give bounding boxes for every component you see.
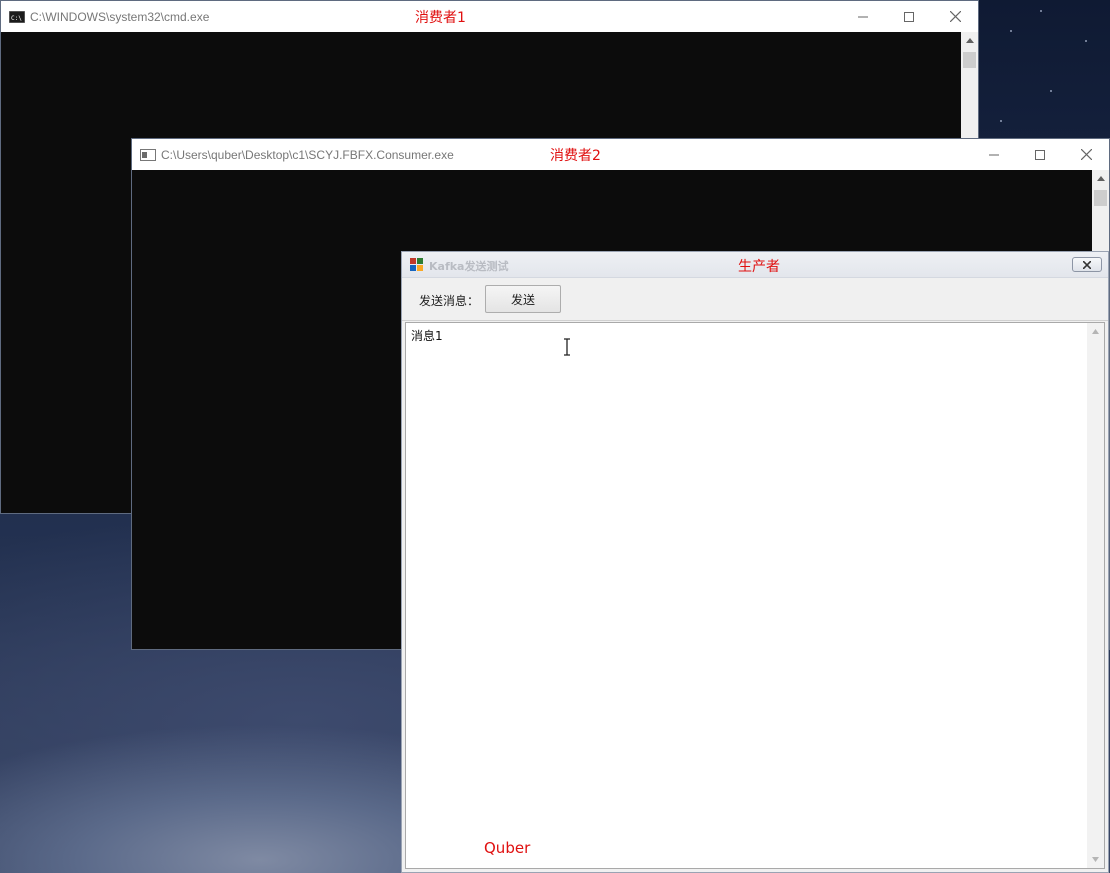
consumer1-title: C:\WINDOWS\system32\cmd.exe xyxy=(30,9,210,24)
close-icon xyxy=(1083,260,1091,269)
close-button[interactable] xyxy=(1063,139,1109,170)
message-text: 消息1 xyxy=(411,329,443,343)
close-icon xyxy=(1080,149,1092,160)
maximize-icon xyxy=(904,11,914,22)
close-button[interactable] xyxy=(932,1,978,32)
minimize-button[interactable] xyxy=(971,139,1017,170)
close-button[interactable] xyxy=(1072,257,1102,272)
send-button[interactable]: 发送 xyxy=(485,285,561,313)
console-app-icon xyxy=(140,148,156,161)
textarea-scrollbar[interactable] xyxy=(1087,323,1104,868)
maximize-button[interactable] xyxy=(1017,139,1063,170)
send-message-label: 发送消息： xyxy=(419,294,480,308)
text-cursor-icon xyxy=(564,338,570,356)
scrollbar-thumb[interactable] xyxy=(963,52,976,68)
cmd-icon: C:\ xyxy=(9,10,25,23)
watermark-text: Quber xyxy=(484,839,531,857)
producer-window[interactable]: Kafka发送测试 生产者 发送消息： 发送 消息1 xyxy=(401,251,1109,873)
svg-text:C:\: C:\ xyxy=(11,15,22,22)
consumer2-title: C:\Users\quber\Desktop\c1\SCYJ.FBFX.Cons… xyxy=(161,147,454,162)
scroll-down-arrow-icon[interactable] xyxy=(1092,857,1099,862)
minimize-icon xyxy=(858,16,868,17)
maximize-button[interactable] xyxy=(886,1,932,32)
producer-annotation: 生产者 xyxy=(738,259,780,275)
minimize-icon xyxy=(989,154,999,155)
producer-toolbar: 发送消息： 发送 xyxy=(402,279,1108,321)
consumer2-titlebar[interactable]: C:\Users\quber\Desktop\c1\SCYJ.FBFX.Cons… xyxy=(132,139,1109,170)
consumer1-titlebar[interactable]: C:\ C:\WINDOWS\system32\cmd.exe 消费者1 xyxy=(1,1,978,32)
form-app-icon xyxy=(410,258,423,271)
close-icon xyxy=(949,11,961,22)
minimize-button[interactable] xyxy=(840,1,886,32)
scroll-up-arrow-icon[interactable] xyxy=(1092,329,1099,334)
producer-titlebar[interactable]: Kafka发送测试 生产者 xyxy=(402,252,1108,278)
scrollbar-thumb[interactable] xyxy=(1094,190,1107,206)
consumer1-annotation: 消费者1 xyxy=(415,10,466,26)
message-textarea[interactable]: 消息1 xyxy=(405,322,1105,869)
consumer2-annotation: 消费者2 xyxy=(550,148,601,164)
maximize-icon xyxy=(1035,149,1045,160)
scroll-up-arrow-icon[interactable] xyxy=(961,32,978,49)
scroll-up-arrow-icon[interactable] xyxy=(1092,170,1109,187)
producer-title: Kafka发送测试 xyxy=(429,260,509,273)
